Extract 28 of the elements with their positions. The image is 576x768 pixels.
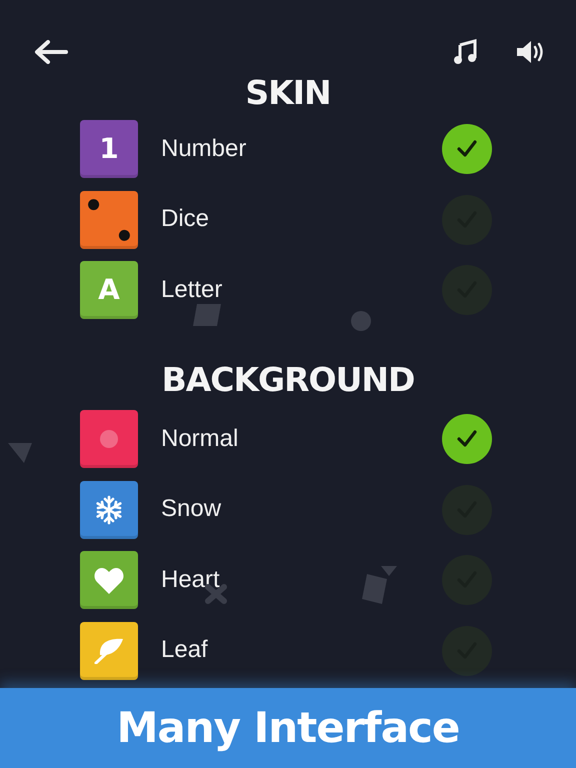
banner-text: Many Interface — [116, 704, 460, 752]
option-label: Snow — [161, 495, 222, 524]
triangle-shape — [8, 443, 32, 463]
option-label: Number — [161, 134, 246, 164]
dot-icon — [100, 430, 118, 448]
heart-icon — [94, 566, 124, 594]
music-note-icon[interactable] — [453, 39, 477, 65]
square-shape — [361, 566, 397, 604]
check-icon — [457, 140, 477, 158]
check-icon — [457, 430, 477, 448]
snowflake-icon — [94, 494, 124, 524]
tile-letter: A — [98, 276, 120, 304]
checkmark-toggle[interactable] — [442, 124, 492, 174]
back-arrow-icon[interactable] — [34, 40, 68, 64]
speaker-icon[interactable] — [516, 40, 544, 64]
circle-shape — [351, 311, 371, 331]
option-label: Heart — [161, 566, 220, 594]
option-label: Normal — [161, 424, 238, 454]
option-label: Letter — [161, 276, 222, 304]
option-label: Dice — [161, 205, 210, 234]
checkmark-toggle[interactable] — [442, 414, 492, 464]
dice-dots-icon — [87, 198, 131, 242]
leaf-icon — [94, 638, 124, 664]
checkmark-toggle[interactable] — [442, 626, 492, 676]
section-title: BACKGROUND — [160, 360, 416, 400]
section-title: SKIN — [244, 73, 332, 113]
tile-number: 1 — [99, 135, 119, 163]
option-label: Leaf — [161, 636, 208, 665]
